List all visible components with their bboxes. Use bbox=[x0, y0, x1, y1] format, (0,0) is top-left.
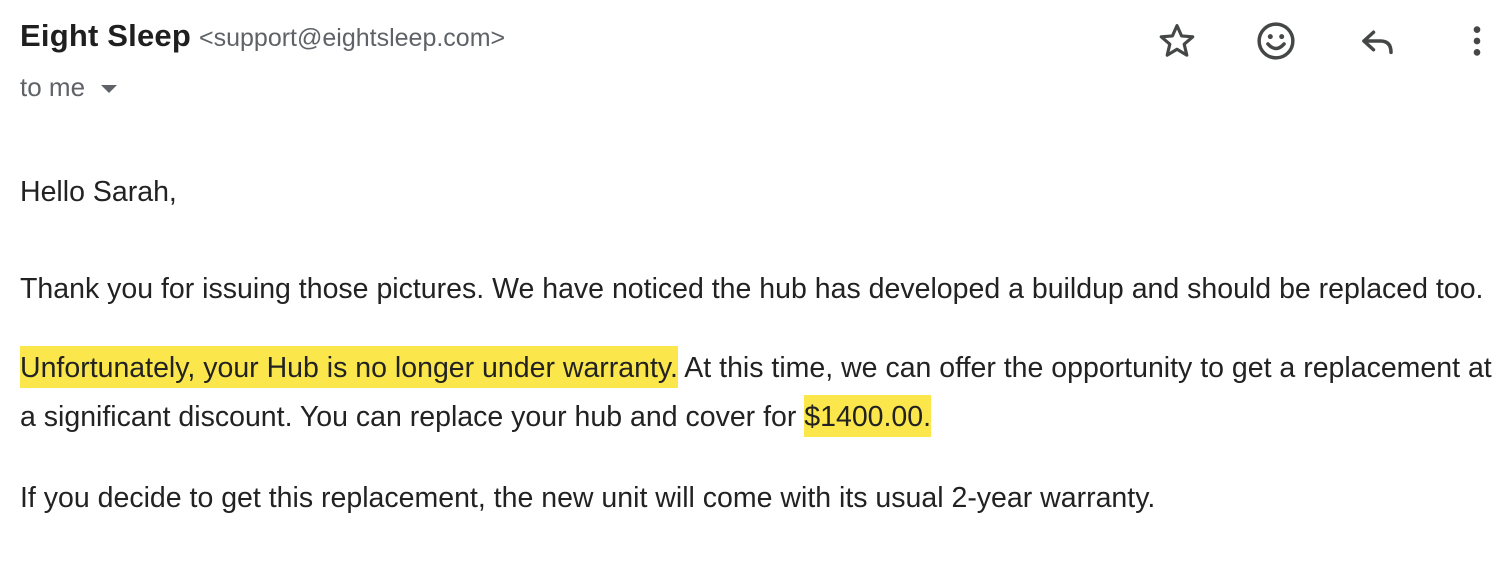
highlighted-price: $1400.00. bbox=[804, 395, 932, 437]
add-reaction-button[interactable] bbox=[1253, 18, 1299, 64]
sender-name[interactable]: Eight Sleep bbox=[20, 18, 191, 54]
email-body: Hello Sarah, Thank you for issuing those… bbox=[20, 168, 1500, 523]
more-vert-icon bbox=[1473, 26, 1481, 56]
sender-email: <support@eightsleep.com> bbox=[199, 24, 506, 52]
email-header: Eight Sleep <support@eightsleep.com> bbox=[20, 18, 505, 62]
star-icon bbox=[1159, 24, 1195, 57]
highlighted-warranty-text: Unfortunately, your Hub is no longer und… bbox=[20, 346, 678, 388]
body-paragraph-thanks: Thank you for issuing those pictures. We… bbox=[20, 273, 1484, 305]
body-paragraph-replacement: If you decide to get this replacement, t… bbox=[20, 482, 1156, 514]
reply-button[interactable] bbox=[1354, 18, 1400, 64]
body-paragraph-warranty: Unfortunately, your Hub is no longer und… bbox=[20, 344, 1500, 442]
recipient-toggle[interactable]: to me bbox=[20, 72, 118, 103]
recipient-label: to me bbox=[20, 72, 86, 102]
emoji-icon bbox=[1257, 22, 1295, 60]
reply-icon bbox=[1362, 30, 1393, 55]
star-button[interactable] bbox=[1154, 18, 1200, 64]
chevron-down-icon[interactable] bbox=[101, 84, 118, 93]
message-actions bbox=[1150, 18, 1500, 64]
more-options-button[interactable] bbox=[1454, 18, 1500, 64]
greeting: Hello Sarah, bbox=[20, 176, 177, 208]
